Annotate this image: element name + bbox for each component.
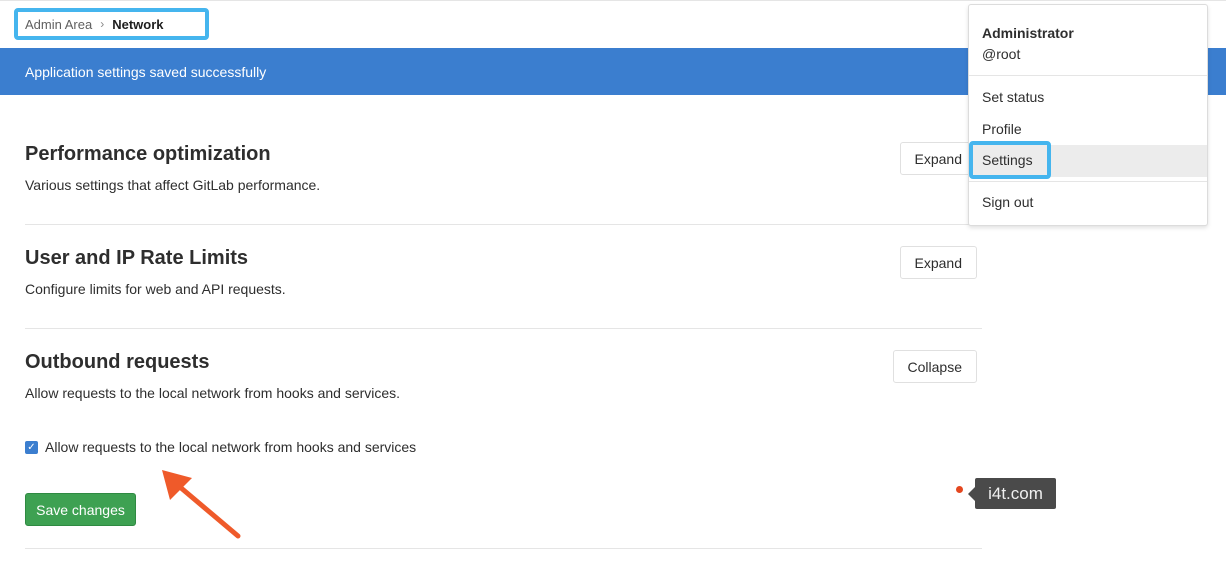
section-description: Various settings that affect GitLab perf… [25,177,321,193]
user-menu-dropdown: Administrator @root Set status Profile S… [968,4,1208,226]
breadcrumb: Admin Area › Network [14,8,209,40]
checkbox-label: Allow requests to the local network from… [45,439,417,455]
section-title: Outbound requests [25,351,210,373]
menu-item-sign-out[interactable]: Sign out [982,194,1033,210]
menu-divider [969,75,1207,76]
section-description: Allow requests to the local network from… [25,385,401,401]
menu-item-set-status[interactable]: Set status [982,89,1044,105]
watermark-dot-icon [956,486,963,493]
section-user-ip-rate-limits: User and IP Rate Limits Configure limits… [25,246,982,306]
section-title: Performance optimization [25,143,271,165]
section-divider [25,328,982,329]
menu-item-settings-label: Settings [982,152,1033,168]
flash-message: Application settings saved successfully [25,63,267,80]
allow-local-requests-option[interactable]: ✓ Allow requests to the local network fr… [25,437,416,457]
expand-performance-button[interactable]: Expand [899,142,977,175]
expand-rate-limits-button[interactable]: Expand [899,246,977,279]
breadcrumb-separator-icon: › [100,17,105,31]
page: Admin Area › Network Application setting… [0,0,1226,566]
menu-item-profile[interactable]: Profile [982,121,1022,137]
save-changes-button[interactable]: Save changes [25,493,136,526]
section-performance-optimization: Performance optimization Various setting… [25,142,982,202]
section-outbound-requests: Outbound requests Allow requests to the … [25,350,982,410]
breadcrumb-current[interactable]: Network [112,17,163,32]
section-description: Configure limits for web and API request… [25,281,286,297]
watermark-badge: i4t.com [968,478,1056,509]
user-username: @root [982,46,1021,62]
section-title: User and IP Rate Limits [25,247,249,269]
section-divider [25,548,982,549]
section-divider [25,224,982,225]
menu-item-settings[interactable]: Settings [969,141,1051,179]
user-display-name: Administrator [982,25,1074,41]
watermark-text: i4t.com [988,483,1043,503]
annotation-arrow-icon [162,470,241,539]
breadcrumb-admin-area-link[interactable]: Admin Area [25,17,92,32]
checkbox-checked-icon[interactable]: ✓ [25,440,38,454]
collapse-outbound-button[interactable]: Collapse [892,350,977,383]
menu-divider [969,181,1207,182]
